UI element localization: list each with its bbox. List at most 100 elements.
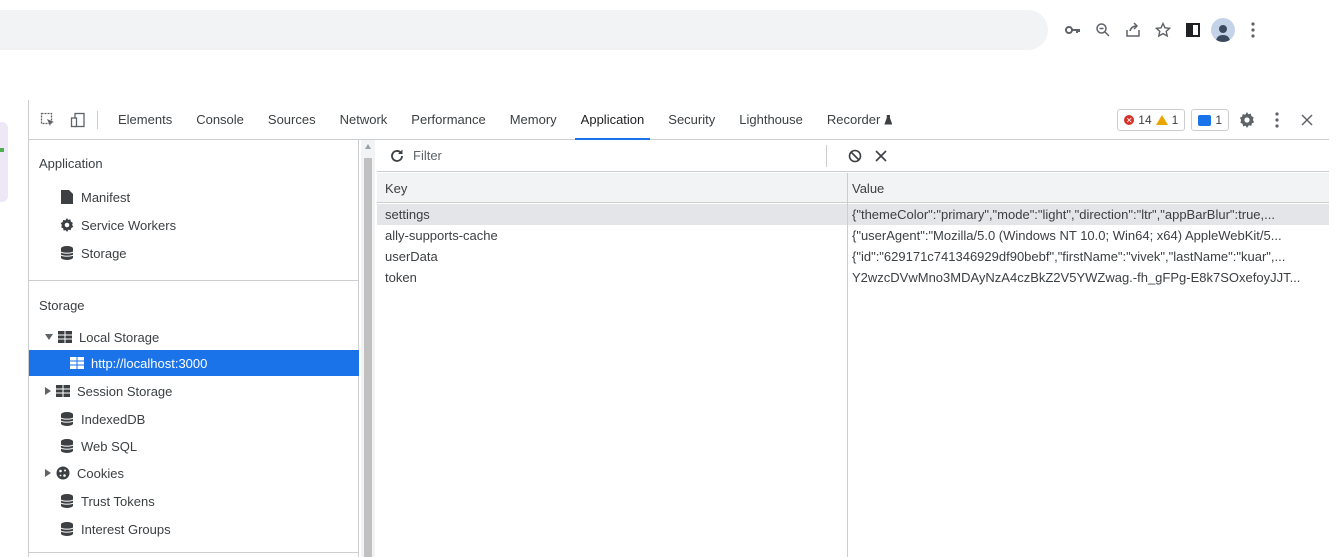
tab-label: Network	[339, 112, 388, 127]
sidebar-item-service-workers[interactable]: Service Workers	[29, 212, 359, 238]
toolbar-icons	[1058, 14, 1268, 46]
expand-arrow-icon[interactable]	[45, 469, 51, 477]
database-icon	[59, 245, 75, 261]
filter-input[interactable]	[413, 144, 827, 167]
sidebar-item-interest-groups[interactable]: Interest Groups	[29, 516, 359, 542]
avatar-icon	[1211, 18, 1235, 42]
devtools-tabbar: Elements Console Sources Network Perform…	[29, 100, 1329, 140]
sidebar-divider	[29, 280, 359, 281]
sidebar-item-manifest[interactable]: Manifest	[29, 184, 359, 210]
tab-label: Recorder	[826, 112, 881, 127]
tab-application[interactable]: Application	[569, 100, 657, 140]
column-header-value[interactable]: Value	[848, 181, 1329, 196]
storage-section-title: Storage	[39, 298, 85, 313]
customize-menu-icon[interactable]	[1265, 108, 1289, 132]
key-icon[interactable]	[1058, 15, 1088, 45]
column-divider[interactable]	[847, 173, 848, 557]
sidebar-item-web-sql[interactable]: Web SQL	[29, 433, 359, 459]
grid-icon	[55, 383, 71, 399]
sidebar-scrollbar[interactable]	[361, 140, 375, 557]
sidebar-item-label: http://localhost:3000	[91, 355, 208, 371]
settings-gear-icon[interactable]	[1235, 108, 1259, 132]
bookmark-star-icon[interactable]	[1148, 15, 1178, 45]
expand-arrow-icon[interactable]	[45, 387, 51, 395]
tab-lighthouse[interactable]: Lighthouse	[727, 100, 815, 140]
sidebar-item-storage-overview[interactable]: Storage	[29, 240, 359, 266]
sidebar-item-trust-tokens[interactable]: Trust Tokens	[29, 488, 359, 514]
tab-recorder[interactable]: Recorder	[815, 100, 904, 140]
table-row[interactable]: settings {"themeColor":"primary","mode":…	[377, 204, 1329, 225]
flask-icon	[884, 114, 893, 125]
sidebar-item-cookies[interactable]: Cookies	[29, 460, 359, 486]
cell-key: ally-supports-cache	[385, 228, 498, 243]
sidebar-item-label: Cookies	[77, 465, 124, 481]
issues-badge[interactable]: ✕ 14 1	[1117, 109, 1186, 131]
tab-label: Sources	[267, 112, 316, 127]
sidebar-item-label: Session Storage	[77, 383, 173, 399]
sidebar-item-session-storage[interactable]: Session Storage	[29, 378, 359, 404]
cell-value: {"themeColor":"primary","mode":"light","…	[852, 207, 1275, 222]
grid-icon	[69, 355, 85, 371]
sidebar-item-label: Manifest	[81, 189, 131, 205]
scroll-up-arrow-icon[interactable]	[365, 144, 371, 149]
key-value-table: Key Value settings {"themeColor":"primar…	[377, 173, 1329, 557]
storage-toolbar	[377, 140, 1329, 172]
scrollbar-thumb[interactable]	[364, 158, 372, 557]
tab-network[interactable]: Network	[328, 100, 400, 140]
tab-label: Performance	[411, 112, 486, 127]
address-bar[interactable]	[0, 10, 1048, 50]
tab-label: Memory	[509, 112, 557, 127]
cell-value: {"id":"629171c741346929df90bebf","firstN…	[852, 249, 1286, 264]
messages-badge[interactable]: 1	[1191, 109, 1229, 131]
warnings-count: 1	[1171, 113, 1179, 127]
sidebar-item-label: Web SQL	[81, 438, 138, 454]
refresh-icon[interactable]	[387, 146, 407, 166]
page-decoration	[0, 122, 8, 202]
database-icon	[59, 493, 75, 509]
more-menu-icon[interactable]	[1238, 15, 1268, 45]
tab-label: Security	[668, 112, 716, 127]
tab-label: Application	[580, 112, 645, 127]
expand-arrow-icon[interactable]	[45, 334, 53, 340]
zoom-icon[interactable]	[1088, 15, 1118, 45]
tab-separator	[97, 110, 98, 129]
sidebar-item-label: Trust Tokens	[81, 493, 155, 509]
database-icon	[59, 411, 75, 427]
sidebar-item-localhost-3000[interactable]: http://localhost:3000	[29, 350, 359, 376]
gear-icon	[59, 217, 75, 233]
sidebar-item-local-storage[interactable]: Local Storage	[29, 324, 359, 350]
table-row[interactable]: token Y2wzcDVwMno3MDAyNzA4czBkZ2V5YWZwag…	[377, 267, 1329, 288]
column-header-key[interactable]: Key	[377, 181, 847, 196]
delete-selected-icon[interactable]	[871, 146, 891, 166]
cell-key: token	[385, 270, 417, 285]
share-icon[interactable]	[1118, 15, 1148, 45]
tab-security[interactable]: Security	[656, 100, 727, 140]
tab-label: Lighthouse	[739, 112, 803, 127]
sidebar-item-label: Interest Groups	[81, 521, 171, 537]
cell-value: {"userAgent":"Mozilla/5.0 (Windows NT 10…	[852, 228, 1282, 243]
profile-avatar[interactable]	[1208, 15, 1238, 45]
close-devtools-icon[interactable]	[1295, 108, 1319, 132]
storage-view: Key Value settings {"themeColor":"primar…	[377, 140, 1329, 557]
file-icon	[59, 189, 75, 205]
messages-count: 1	[1215, 113, 1222, 127]
table-row[interactable]: userData {"id":"629171c741346929df90bebf…	[377, 246, 1329, 267]
browser-toolbar	[0, 0, 1341, 62]
tab-label: Console	[196, 112, 244, 127]
tab-performance[interactable]: Performance	[399, 100, 497, 140]
device-toolbar-icon[interactable]	[67, 109, 89, 131]
inspect-element-icon[interactable]	[37, 109, 59, 131]
database-icon	[59, 521, 75, 537]
tab-console[interactable]: Console	[184, 100, 256, 140]
table-row[interactable]: ally-supports-cache {"userAgent":"Mozill…	[377, 225, 1329, 246]
tab-elements[interactable]: Elements	[106, 100, 184, 140]
database-icon	[59, 438, 75, 454]
clear-all-icon[interactable]	[845, 146, 865, 166]
page-decoration-dot	[0, 148, 4, 152]
tab-memory[interactable]: Memory	[498, 100, 569, 140]
side-panel-icon[interactable]	[1178, 15, 1208, 45]
cell-key: settings	[385, 207, 430, 222]
sidebar-item-indexeddb[interactable]: IndexedDB	[29, 406, 359, 432]
application-sidebar: Application Manifest Service Workers Sto…	[29, 140, 359, 557]
tab-sources[interactable]: Sources	[256, 100, 328, 140]
